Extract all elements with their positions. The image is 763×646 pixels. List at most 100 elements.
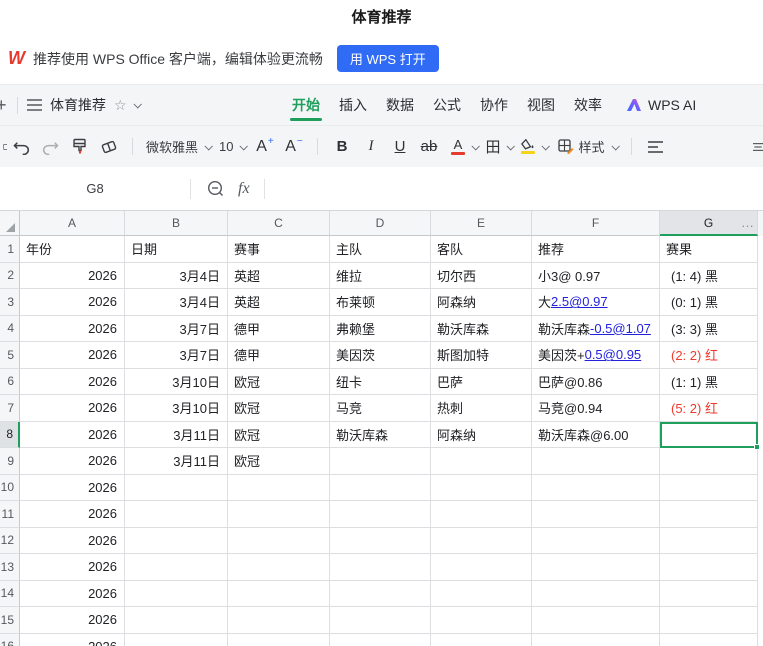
chevron-down-icon[interactable]: [542, 142, 550, 150]
cell-C6[interactable]: 欧冠: [228, 369, 330, 396]
row-header-6[interactable]: 6: [0, 369, 20, 396]
row-header-11[interactable]: 11: [0, 501, 20, 528]
cell-C1[interactable]: 赛事: [228, 236, 330, 263]
cell-A7[interactable]: 2026: [20, 395, 125, 422]
cell-B9[interactable]: 3月11日: [125, 448, 228, 475]
cell-C16[interactable]: [228, 634, 330, 646]
cell-E8[interactable]: 阿森纳: [431, 422, 532, 449]
cell-D9[interactable]: [330, 448, 431, 475]
font-size-select[interactable]: 10: [215, 133, 250, 161]
cell-C12[interactable]: [228, 528, 330, 555]
more-columns-indicator[interactable]: …: [741, 211, 755, 234]
cell-C11[interactable]: [228, 501, 330, 528]
cell-G8[interactable]: [660, 422, 758, 449]
row-header-5[interactable]: 5: [0, 342, 20, 369]
cell-E10[interactable]: [431, 475, 532, 502]
cell-C7[interactable]: 欧冠: [228, 395, 330, 422]
row-header-7[interactable]: 7: [0, 395, 20, 422]
cell-E9[interactable]: [431, 448, 532, 475]
cell-B8[interactable]: 3月11日: [125, 422, 228, 449]
cell-F4[interactable]: 勒沃库森-0.5@1.07: [532, 316, 660, 343]
cell-D15[interactable]: [330, 607, 431, 634]
formula-input[interactable]: [265, 167, 763, 210]
cell-C2[interactable]: 英超: [228, 263, 330, 290]
cell-E5[interactable]: 斯图加特: [431, 342, 532, 369]
cell-A11[interactable]: 2026: [20, 501, 125, 528]
align-left-button[interactable]: [643, 132, 668, 162]
decrease-font-button[interactable]: A −: [281, 132, 306, 162]
cell-B15[interactable]: [125, 607, 228, 634]
borders-button[interactable]: 田: [480, 132, 505, 162]
cell-B10[interactable]: [125, 475, 228, 502]
cell-C10[interactable]: [228, 475, 330, 502]
tab-formula[interactable]: 公式: [433, 85, 461, 125]
chevron-down-icon[interactable]: [472, 142, 480, 150]
name-box[interactable]: G8: [0, 181, 190, 196]
paste-icon[interactable]: [0, 132, 7, 162]
cell-G3[interactable]: (0: 1) 黑: [660, 289, 758, 316]
circle-minus-icon[interactable]: [207, 180, 224, 197]
column-header-f[interactable]: F: [532, 211, 660, 236]
cell-D14[interactable]: [330, 581, 431, 608]
cell-E3[interactable]: 阿森纳: [431, 289, 532, 316]
cell-D13[interactable]: [330, 554, 431, 581]
cell-E11[interactable]: [431, 501, 532, 528]
cell-F6[interactable]: 巴萨@0.86: [532, 369, 660, 396]
cell-F7[interactable]: 马竞@0.94: [532, 395, 660, 422]
tab-view[interactable]: 视图: [527, 85, 555, 125]
tab-collab[interactable]: 协作: [480, 85, 508, 125]
hyperlink[interactable]: 2.5@0.97: [551, 294, 608, 309]
cell-E14[interactable]: [431, 581, 532, 608]
row-header-8[interactable]: 8: [0, 422, 20, 449]
cell-A10[interactable]: 2026: [20, 475, 125, 502]
cell-F11[interactable]: [532, 501, 660, 528]
cell-B16[interactable]: [125, 634, 228, 646]
open-in-wps-button[interactable]: 用 WPS 打开: [337, 45, 439, 72]
undo-button[interactable]: [9, 132, 34, 162]
cell-E7[interactable]: 热刺: [431, 395, 532, 422]
redo-button[interactable]: [38, 132, 63, 162]
cell-G5[interactable]: (2: 2) 红: [660, 342, 758, 369]
hyperlink[interactable]: -0.5@1.07: [590, 321, 651, 336]
cell-C13[interactable]: [228, 554, 330, 581]
row-header-15[interactable]: 15: [0, 607, 20, 634]
row-header-16[interactable]: 16: [0, 634, 20, 646]
cell-E15[interactable]: [431, 607, 532, 634]
cell-C14[interactable]: [228, 581, 330, 608]
cell-B12[interactable]: [125, 528, 228, 555]
cell-D12[interactable]: [330, 528, 431, 555]
cell-B14[interactable]: [125, 581, 228, 608]
cell-G10[interactable]: [660, 475, 758, 502]
font-name-select[interactable]: 微软雅黑: [142, 133, 215, 161]
cell-G9[interactable]: [660, 448, 758, 475]
cell-F5[interactable]: 美因茨+0.5@0.95: [532, 342, 660, 369]
cell-G2[interactable]: (1: 4) 黑: [660, 263, 758, 290]
row-header-10[interactable]: 10: [0, 475, 20, 502]
clear-format-eraser-icon[interactable]: [96, 132, 121, 162]
cell-G13[interactable]: [660, 554, 758, 581]
cell-G15[interactable]: [660, 607, 758, 634]
cell-D6[interactable]: 纽卡: [330, 369, 431, 396]
strikethrough-button[interactable]: ab: [416, 132, 441, 162]
column-header-b[interactable]: B: [125, 211, 228, 236]
cell-F8[interactable]: 勒沃库森@6.00: [532, 422, 660, 449]
column-header-c[interactable]: C: [228, 211, 330, 236]
cell-A12[interactable]: 2026: [20, 528, 125, 555]
cell-G14[interactable]: [660, 581, 758, 608]
cell-A16[interactable]: 2026: [20, 634, 125, 646]
tab-home[interactable]: 开始: [292, 85, 320, 125]
wps-ai-button[interactable]: WPS AI: [626, 97, 696, 113]
row-header-13[interactable]: 13: [0, 554, 20, 581]
cell-B13[interactable]: [125, 554, 228, 581]
cell-G11[interactable]: [660, 501, 758, 528]
cell-style-button[interactable]: 样式: [554, 133, 621, 161]
row-header-12[interactable]: 12: [0, 528, 20, 555]
cell-C5[interactable]: 德甲: [228, 342, 330, 369]
cell-A13[interactable]: 2026: [20, 554, 125, 581]
row-header-1[interactable]: 1: [0, 236, 20, 263]
cell-A1[interactable]: 年份: [20, 236, 125, 263]
cell-G12[interactable]: [660, 528, 758, 555]
chevron-down-icon[interactable]: [507, 142, 515, 150]
cell-D16[interactable]: [330, 634, 431, 646]
cell-F13[interactable]: [532, 554, 660, 581]
